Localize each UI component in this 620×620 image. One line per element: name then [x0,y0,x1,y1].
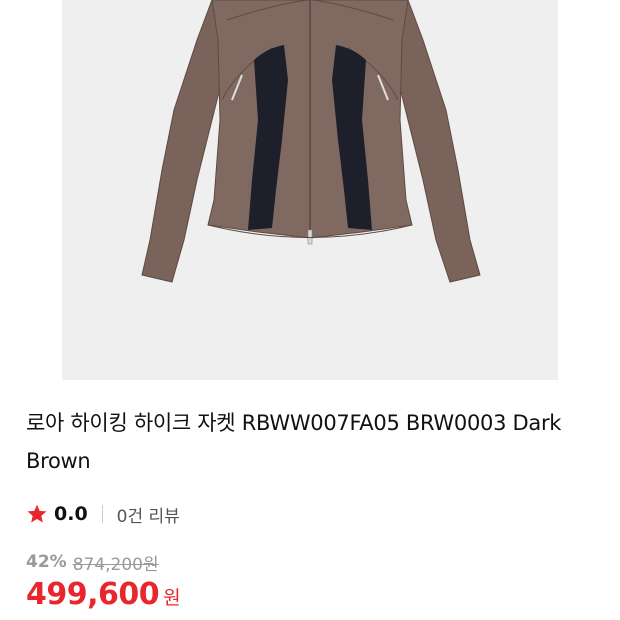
rating-value: 0.0 [54,503,88,525]
final-price: 499,600 [26,577,160,612]
star-icon [27,504,47,523]
final-price-row: 499,600 원 [26,577,181,617]
rating-summary[interactable]: 0.0 0건 리뷰 [26,500,180,528]
original-price: 874,200원 [72,554,159,575]
product-detail-page: 로아 하이킹 하이크 자켓 RBWW007FA05 BRW0003 Dark B… [0,0,620,620]
divider [101,505,103,523]
review-count-link[interactable]: 0건 리뷰 [117,502,180,527]
jacket-illustration [62,0,558,380]
discount-rate: 42% [26,552,67,572]
original-price-row: 42% 874,200원 [26,550,159,575]
currency-label: 원 [163,587,181,609]
product-image[interactable] [62,0,558,380]
product-title: 로아 하이킹 하이크 자켓 RBWW007FA05 BRW0003 Dark B… [26,411,562,473]
